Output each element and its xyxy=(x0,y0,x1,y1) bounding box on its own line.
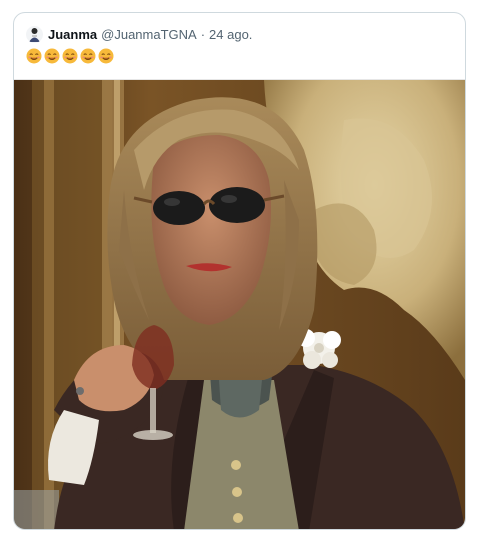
separator-dot: · xyxy=(200,26,206,42)
tweet-media-photo[interactable] xyxy=(14,79,465,529)
tweet-date[interactable]: 24 ago. xyxy=(209,27,252,42)
tweet-text xyxy=(26,48,114,66)
smiling-face-icon xyxy=(44,48,60,66)
author-name[interactable]: Juanma xyxy=(48,27,97,42)
tweet-header: Juanma @JuanmaTGNA · 24 ago. xyxy=(26,24,252,44)
smiling-face-icon xyxy=(26,48,42,66)
smiling-face-icon xyxy=(98,48,114,66)
avatar[interactable] xyxy=(26,25,43,43)
tweet-card[interactable]: Juanma @JuanmaTGNA · 24 ago. xyxy=(13,12,466,530)
author-handle[interactable]: @JuanmaTGNA xyxy=(101,27,197,42)
smiling-face-icon xyxy=(62,48,78,66)
smiling-face-icon xyxy=(80,48,96,66)
